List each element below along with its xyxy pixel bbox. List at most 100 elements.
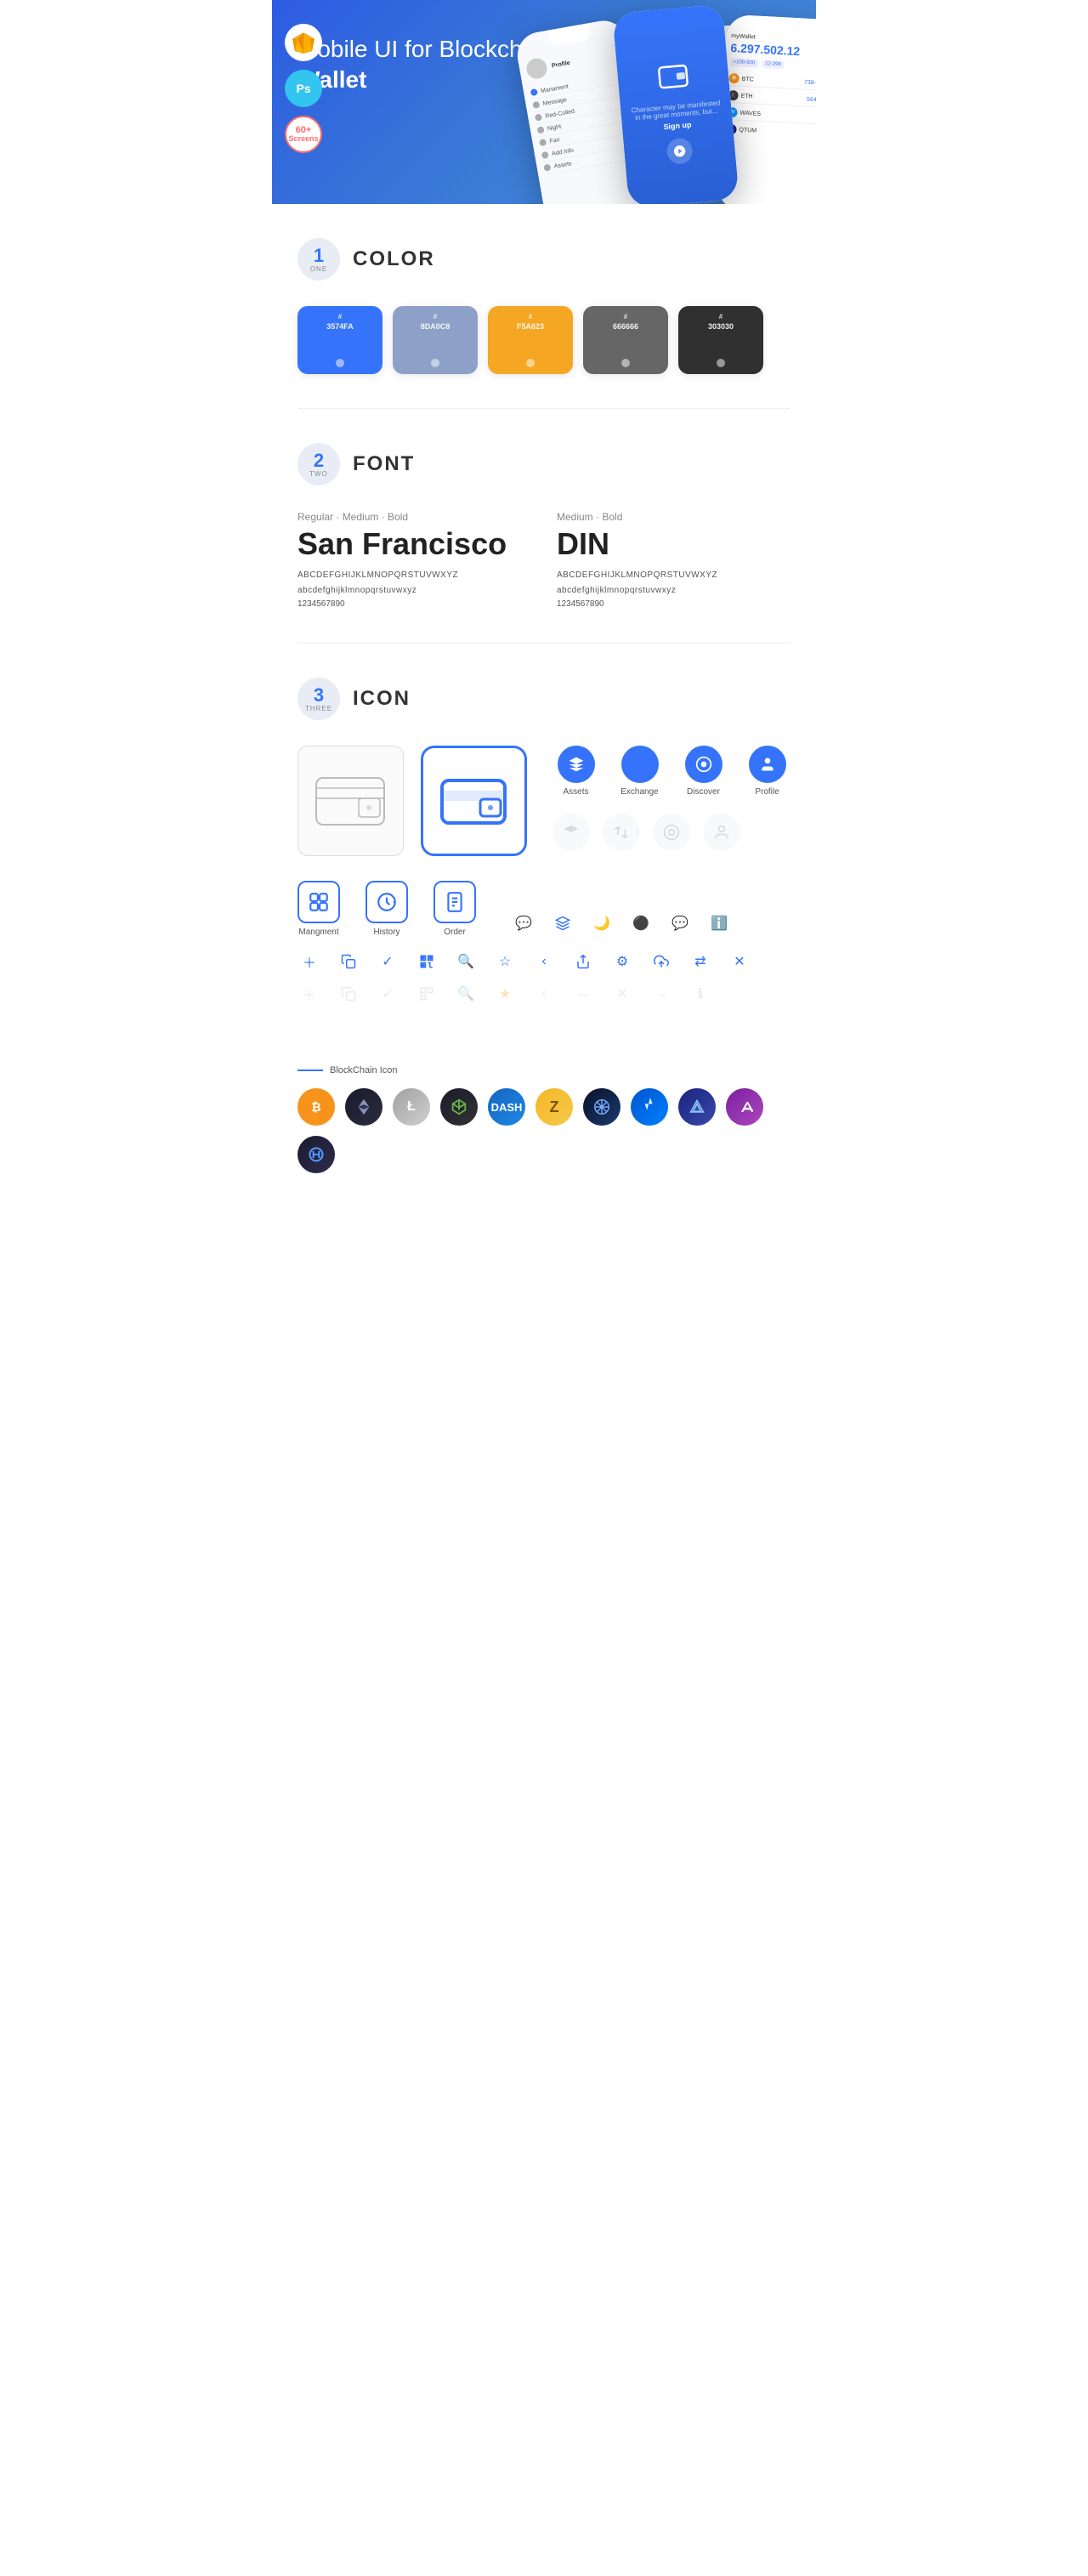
font-sf: Regular · Medium · Bold San Francisco AB… [298,511,531,609]
copy-icon [337,950,360,973]
bubble-icon: 💬 [666,910,694,937]
color-section-title: COLOR [353,247,435,271]
info-icon-faded: ℹ [688,982,712,1006]
icon-discover: Discover [680,746,727,797]
layers-icon [549,910,576,937]
info-icon: ℹ️ [706,910,733,937]
discover-icon-faded [653,814,690,851]
hero-badges: Ps 60+ Screens [285,24,322,153]
crypto-icon-matic [726,1088,763,1126]
sketch-badge [285,24,322,61]
crypto-icon-ltc: Ł [393,1088,430,1126]
crypto-icons-row: ₿ Ł DASH Z [298,1088,790,1173]
font-section-header: 2 TWO FONT [298,443,790,485]
plus-icon-faded: ＋ [298,982,321,1006]
icon-history: History [366,881,408,937]
font-sf-label: Regular · Medium · Bold [298,511,531,523]
font-din: Medium · Bold DIN ABCDEFGHIJKLMNOPQRSTUV… [557,511,790,609]
search-icon: 🔍 [454,950,478,973]
icon-exchange: Exchange [616,746,663,797]
chat-icon: 💬 [510,910,537,937]
font-section-title: FONT [353,452,415,476]
phones-container: Profile Manament Message Red-Colled Nigh… [527,9,816,204]
ps-badge: Ps [285,70,322,107]
plus-icon: ＋ [298,950,321,973]
crypto-icon-waves [631,1088,668,1126]
star-icon-highlight: ★ [493,982,517,1006]
font-sf-lowercase: abcdefghijklmnopqrstuvwxyz [298,584,531,598]
font-din-uppercase: ABCDEFGHIJKLMNOPQRSTUVWXYZ [557,569,790,582]
tool-icons-row-1: ＋ ✓ 🔍 ☆ ‹ ⚙ ⇄ ✕ [298,950,790,973]
color-swatches-container: # 3574FA # 8DA0C8 # F5A623 # 666666 [298,306,790,374]
close-icon: ✕ [728,950,751,973]
profile-label: Profile [755,787,779,797]
assets-label: Assets [563,787,588,797]
color-swatch-dark: # 303030 [678,306,763,374]
share-icon-faded: ↔ [571,982,595,1006]
crypto-icon-stratis [678,1088,716,1126]
order-icon [434,881,476,923]
font-sf-uppercase: ABCDEFGHIJKLMNOPQRSTUVWXYZ [298,569,531,582]
check-icon: ✓ [376,950,400,973]
share-icon [571,950,595,973]
font-grid: Regular · Medium · Bold San Francisco AB… [298,511,790,609]
font-section: 2 TWO FONT Regular · Medium · Bold San F… [272,409,816,643]
order-label: Order [444,928,466,937]
blockchain-label: BlockChain Icon [298,1065,790,1075]
crypto-icon-dash: DASH [488,1088,525,1126]
search-icon-faded: 🔍 [454,982,478,1006]
tool-icons-row-2-faded: ＋ ✓ 🔍 ★ ‹ ↔ ✕ → ℹ [298,982,790,1006]
exchange-icon [621,746,659,783]
icon-order: Order [434,881,476,937]
assets-icon-faded [552,814,590,851]
management-icon [298,881,340,923]
color-swatch-gray: # 666666 [583,306,668,374]
wallet-wireframe-1 [298,746,404,856]
color-section: 1 ONE COLOR # 3574FA # 8DA0C8 # F5A623 [272,204,816,408]
close-icon-faded: ✕ [610,982,634,1006]
font-din-name: DIN [557,526,790,562]
icon-assets: Assets [552,746,599,797]
color-section-header: 1 ONE COLOR [298,238,790,281]
icon-section-number: 3 THREE [298,678,340,720]
icon-profile: Profile [744,746,790,797]
mgmt-icons-row: Mangment History Order [298,881,790,937]
upload-icon [649,950,673,973]
font-sf-numbers: 1234567890 [298,599,531,609]
history-icon [366,881,408,923]
icon-management: Mangment [298,881,340,937]
nav-icons-container: Assets Exchange Discover [552,746,790,864]
icon-section-header: 3 THREE ICON [298,678,790,720]
profile-icon-faded [703,814,740,851]
color-swatch-orange: # F5A623 [488,306,573,374]
crypto-icon-hbar [298,1136,335,1173]
screens-badge: 60+ Screens [285,116,322,153]
wallet-icon-filled [421,746,527,856]
exchange-label: Exchange [620,787,658,797]
exchange-icon-faded [603,814,640,851]
utility-icons: 💬 🌙 ⚫ 💬 ℹ️ [510,910,733,937]
crypto-icon-grid [583,1088,620,1126]
hero-section: Mobile UI for Blockchain Wallet UI Kit P… [272,0,816,204]
font-din-numbers: 1234567890 [557,599,790,609]
management-label: Mangment [298,928,338,937]
phone-mockup-2: Character may be manifested in the great… [612,4,740,204]
back-icon: ‹ [532,950,556,973]
color-section-number: 1 ONE [298,238,340,281]
crypto-icon-btc: ₿ [298,1088,335,1126]
font-sf-name: San Francisco [298,526,531,562]
color-swatch-grayblue: # 8DA0C8 [393,306,478,374]
discover-label: Discover [687,787,720,797]
font-din-label: Medium · Bold [557,511,790,523]
star-icon: ☆ [493,950,517,973]
swap-icon: ⇄ [688,950,712,973]
icon-section: 3 THREE ICON [272,644,816,1048]
blockchain-section: BlockChain Icon ₿ Ł DASH Z [272,1048,816,1207]
qr-icon [415,950,439,973]
icon-section-title: ICON [353,687,411,711]
back-icon-faded: ‹ [532,982,556,1006]
circle-icon: ⚫ [627,910,654,937]
font-section-number: 2 TWO [298,443,340,485]
color-swatch-blue: # 3574FA [298,306,382,374]
crypto-icon-nem [440,1088,478,1126]
